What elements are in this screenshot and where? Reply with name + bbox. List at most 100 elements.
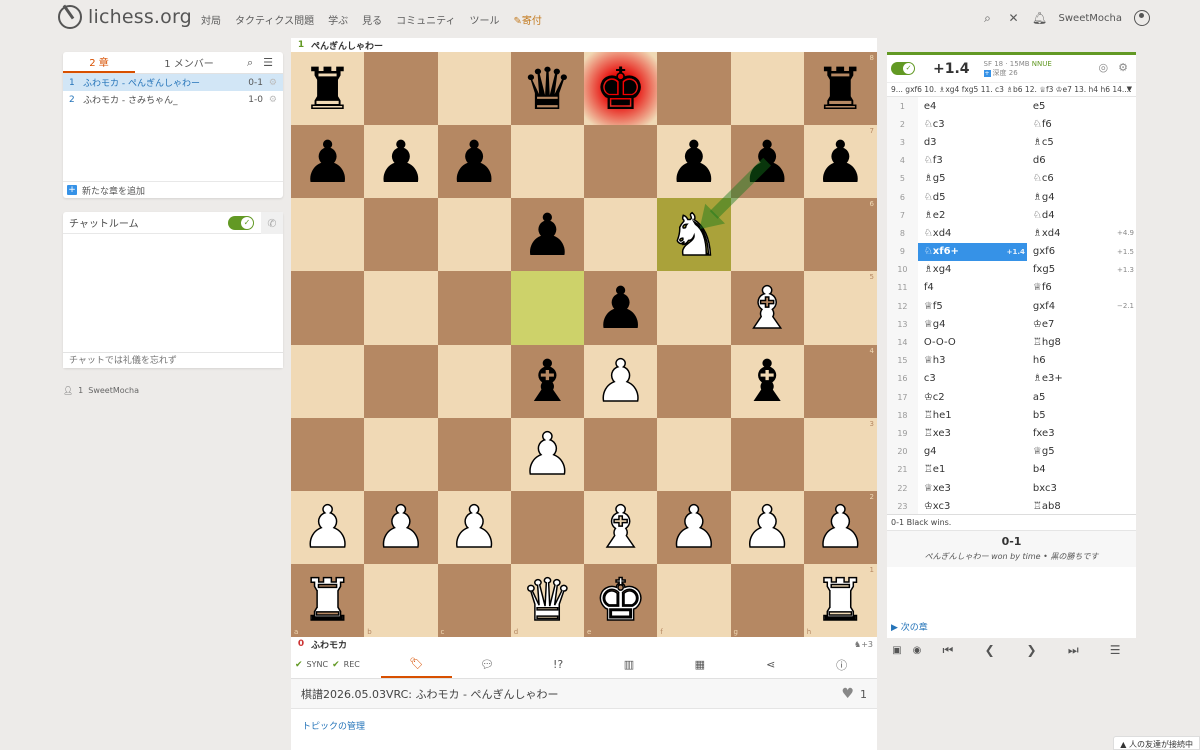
white-pawn-icon[interactable]: ♟: [667, 498, 721, 558]
square-h2[interactable]: ♟ 2: [803, 490, 877, 564]
white-move[interactable]: ♖e1: [918, 461, 1027, 479]
square-f3[interactable]: [657, 417, 731, 491]
friends-online[interactable]: ▲ 人の友達が接続中: [1113, 736, 1200, 750]
black-rook-icon[interactable]: ♜: [814, 60, 866, 118]
square-f6[interactable]: ♞: [657, 198, 731, 272]
square-b1[interactable]: b: [364, 563, 438, 637]
square-b2[interactable]: ♟: [364, 490, 438, 564]
manage-topics-link[interactable]: トピックの管理: [302, 722, 365, 732]
square-e2[interactable]: ♝: [584, 490, 658, 564]
black-move[interactable]: ♗e3+: [1027, 370, 1136, 388]
white-move[interactable]: ♕xe3: [918, 479, 1027, 497]
white-pawn-icon[interactable]: ♟: [521, 424, 575, 484]
square-c4[interactable]: [437, 344, 511, 418]
square-d3[interactable]: ♟: [510, 417, 584, 491]
challenge-icon[interactable]: ✕: [1007, 11, 1021, 25]
white-rook-icon[interactable]: ♜: [301, 571, 355, 631]
white-pawn-icon[interactable]: ♟: [594, 351, 648, 411]
square-d8[interactable]: ♛: [510, 52, 584, 126]
user-icon[interactable]: [1134, 10, 1150, 26]
black-bishop-icon[interactable]: ♝: [741, 352, 793, 410]
square-f4[interactable]: [657, 344, 731, 418]
info-icon[interactable]: ⓘ: [806, 651, 877, 678]
glyphs-button[interactable]: !?: [523, 651, 594, 678]
square-d2[interactable]: [510, 490, 584, 564]
square-g8[interactable]: [730, 52, 804, 126]
white-move[interactable]: ♕h3: [918, 352, 1027, 370]
square-f7[interactable]: ♟: [657, 125, 731, 199]
square-e4[interactable]: ♟: [584, 344, 658, 418]
bottom-player-name[interactable]: ふわモカ: [311, 638, 347, 651]
black-move[interactable]: b4: [1027, 461, 1136, 479]
tab-chapters[interactable]: 2 章: [63, 52, 135, 73]
square-e3[interactable]: [584, 417, 658, 491]
white-move[interactable]: ♘c3: [918, 115, 1027, 133]
logo[interactable]: lichess.org: [58, 5, 192, 29]
gear-icon[interactable]: ⚙: [1118, 61, 1128, 74]
sync-label[interactable]: SYNC: [307, 660, 329, 669]
white-move[interactable]: ♖he1: [918, 406, 1027, 424]
bell-icon[interactable]: 🔔︎: [1032, 11, 1047, 25]
white-move[interactable]: ♘xf6+ +1.4: [917, 242, 1027, 261]
square-b5[interactable]: [364, 271, 438, 345]
white-move[interactable]: ♗g5: [918, 170, 1027, 188]
square-b6[interactable]: [364, 198, 438, 272]
square-h8[interactable]: ♜ 8: [803, 52, 877, 126]
black-move[interactable]: gxf4 −2.1: [1027, 297, 1136, 315]
target-icon[interactable]: ◎: [1099, 61, 1109, 74]
square-d1[interactable]: ♛ d: [510, 563, 584, 637]
target-icon[interactable]: ◉: [907, 645, 927, 656]
square-a2[interactable]: ♟: [291, 490, 365, 564]
black-move[interactable]: ♘f6: [1027, 115, 1136, 133]
square-d7[interactable]: [510, 125, 584, 199]
black-move[interactable]: ♖hg8: [1027, 333, 1136, 351]
black-queen-icon[interactable]: ♛: [521, 60, 573, 118]
square-h3[interactable]: 3: [803, 417, 877, 491]
white-move[interactable]: c3: [918, 370, 1027, 388]
white-knight-icon[interactable]: ♞: [667, 205, 721, 265]
tag-icon[interactable]: 🏷︎: [381, 651, 452, 678]
square-c8[interactable]: [437, 52, 511, 126]
black-pawn-icon[interactable]: ♟: [814, 133, 866, 191]
black-move[interactable]: h6: [1027, 352, 1136, 370]
square-c1[interactable]: c: [437, 563, 511, 637]
nav-watch[interactable]: 見る: [362, 12, 382, 27]
nav-learn[interactable]: 学ぶ: [328, 12, 348, 27]
white-pawn-icon[interactable]: ♟: [814, 498, 868, 558]
white-move[interactable]: ♘d5: [918, 188, 1027, 206]
search-icon[interactable]: ⌕: [981, 11, 995, 25]
chat-input[interactable]: [63, 352, 283, 368]
black-bishop-icon[interactable]: ♝: [521, 352, 573, 410]
square-g3[interactable]: [730, 417, 804, 491]
square-b3[interactable]: [364, 417, 438, 491]
gear-icon[interactable]: ⚙: [263, 95, 277, 105]
white-pawn-icon[interactable]: ♟: [374, 498, 428, 558]
nav-donate[interactable]: ✎寄付: [514, 12, 542, 27]
black-pawn-icon[interactable]: ♟: [741, 133, 793, 191]
like-button[interactable]: ♥ 1: [841, 686, 867, 702]
black-move[interactable]: ♗c5: [1027, 133, 1136, 151]
black-pawn-icon[interactable]: ♟: [668, 133, 720, 191]
square-a5[interactable]: [291, 271, 365, 345]
black-pawn-icon[interactable]: ♟: [375, 133, 427, 191]
white-pawn-icon[interactable]: ♟: [447, 498, 501, 558]
square-h7[interactable]: ♟ 7: [803, 125, 877, 199]
black-move[interactable]: e5: [1027, 97, 1136, 115]
square-a8[interactable]: ♜: [291, 52, 365, 126]
white-move[interactable]: ♔xc3: [918, 497, 1027, 514]
black-move[interactable]: d6: [1027, 152, 1136, 170]
white-move[interactable]: ♕f5: [918, 297, 1027, 315]
white-bishop-icon[interactable]: ♝: [594, 498, 648, 558]
white-rook-icon[interactable]: ♜: [814, 571, 868, 631]
menu-icon[interactable]: ☰: [1094, 643, 1136, 657]
square-e5[interactable]: ♟: [584, 271, 658, 345]
top-player-name[interactable]: ぺんぎんしゃわー: [311, 39, 383, 52]
square-g1[interactable]: g: [730, 563, 804, 637]
book-icon[interactable]: ▣: [887, 645, 907, 656]
square-f2[interactable]: ♟: [657, 490, 731, 564]
square-c5[interactable]: [437, 271, 511, 345]
square-a4[interactable]: [291, 344, 365, 418]
username[interactable]: SweetMocha: [1059, 13, 1122, 24]
square-d6[interactable]: ♟: [510, 198, 584, 272]
white-king-icon[interactable]: ♚: [594, 571, 648, 631]
